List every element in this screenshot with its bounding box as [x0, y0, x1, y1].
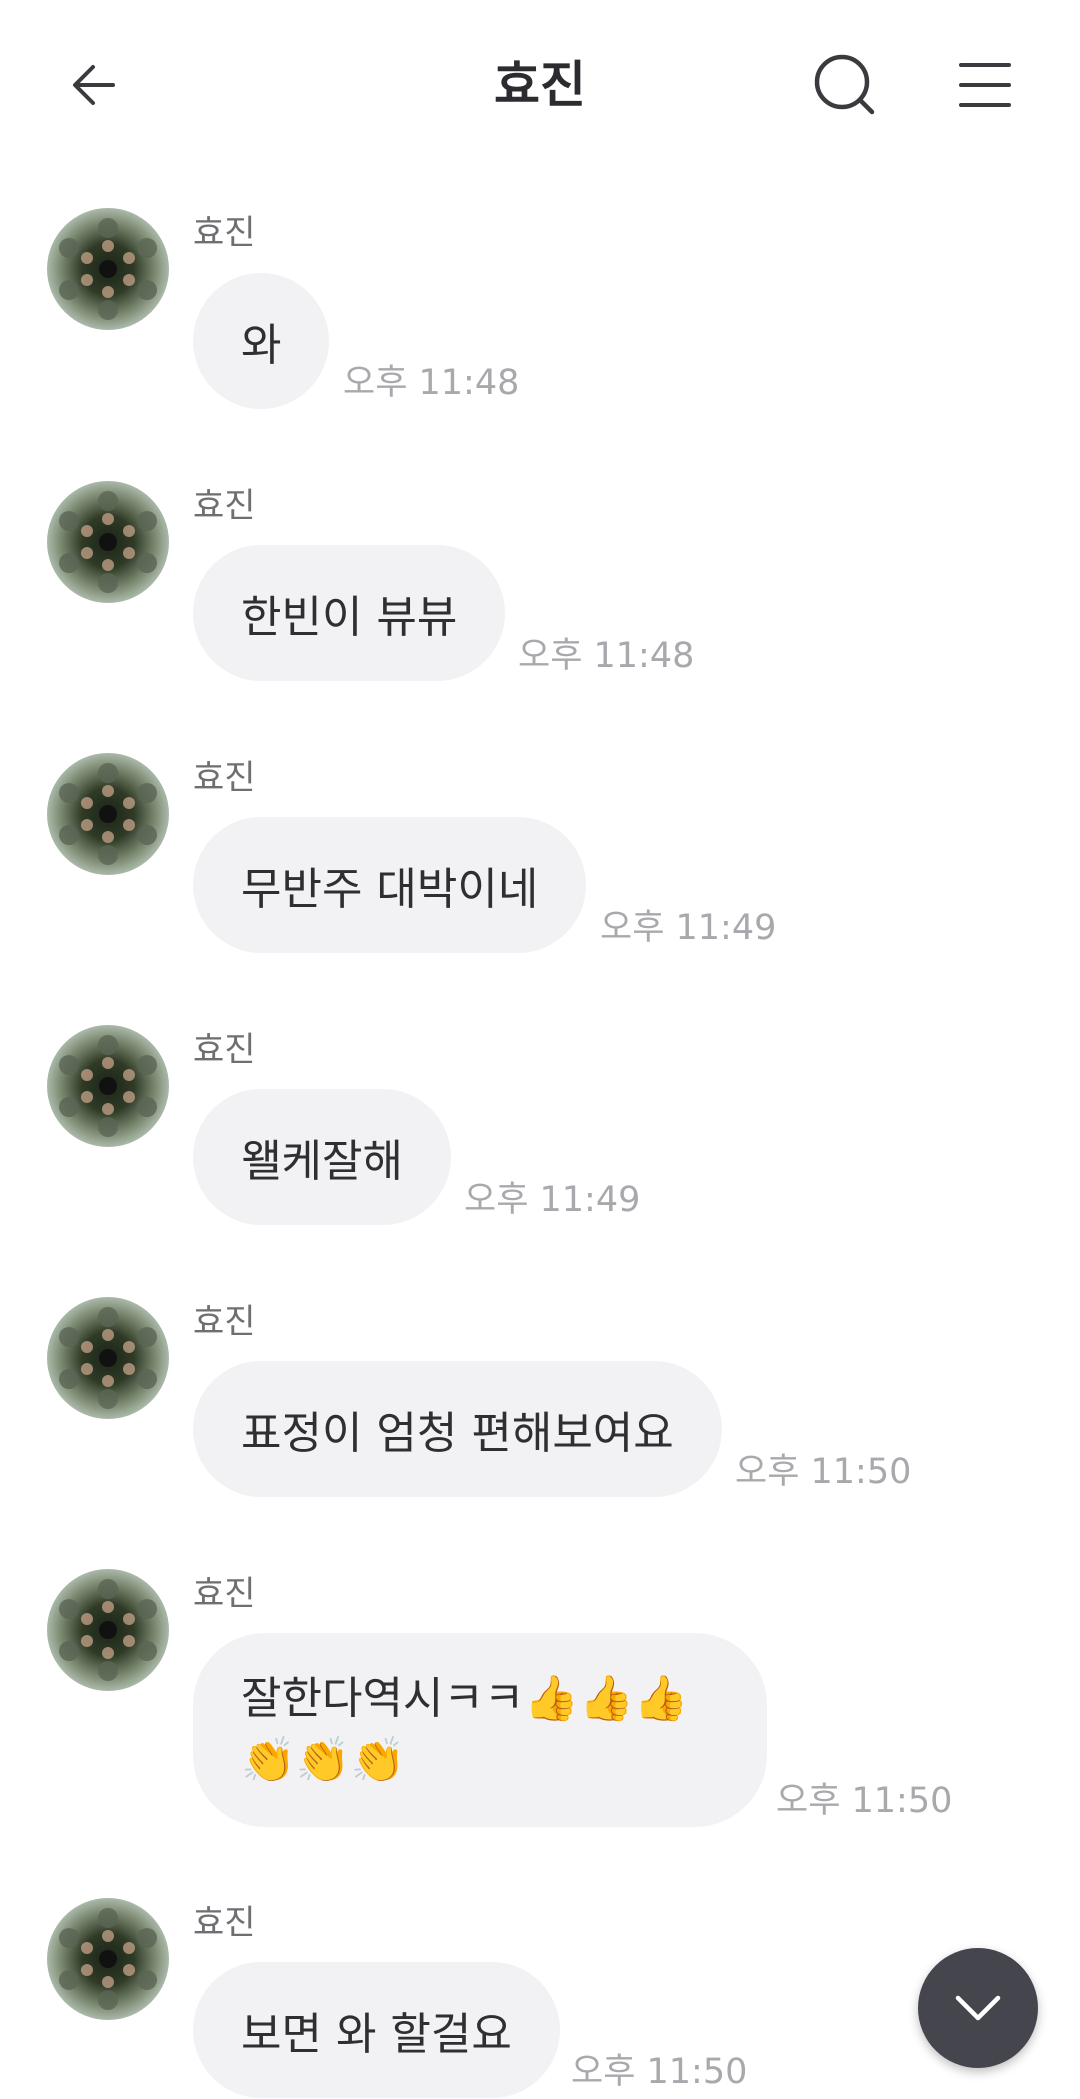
message-bubble[interactable]: 왤케잘해 [193, 1089, 451, 1225]
message-timestamp: 오후 11:50 [571, 2052, 748, 2092]
message-timestamp: 오후 11:48 [518, 636, 695, 676]
chat-header: 효진 [0, 0, 1080, 170]
sender-name: 효진 [193, 1903, 256, 1943]
sender-name: 효진 [193, 1302, 256, 1342]
message-timestamp: 오후 11:50 [776, 1781, 953, 1821]
menu-button[interactable] [940, 40, 1030, 130]
message-bubble[interactable]: 와 [193, 273, 330, 409]
avatar[interactable] [47, 1297, 169, 1419]
avatar[interactable] [47, 481, 169, 603]
message-timestamp: 오후 11:49 [600, 908, 777, 948]
back-button[interactable] [50, 40, 140, 130]
sender-name: 효진 [193, 1574, 256, 1614]
search-button[interactable] [800, 40, 890, 130]
avatar[interactable] [47, 1025, 169, 1147]
scroll-to-bottom-button[interactable] [918, 1948, 1038, 2068]
avatar[interactable] [47, 1898, 169, 2020]
chat-title: 효진 [494, 56, 586, 114]
message-timestamp: 오후 11:49 [464, 1180, 641, 1220]
message-bubble[interactable]: 표정이 엄청 편해보여요 [193, 1361, 722, 1497]
avatar[interactable] [47, 753, 169, 875]
sender-name: 효진 [193, 213, 256, 253]
avatar[interactable] [47, 208, 169, 330]
sender-name: 효진 [193, 758, 256, 798]
sender-name: 효진 [193, 1030, 256, 1070]
avatar[interactable] [47, 1569, 169, 1691]
message-bubble[interactable]: 보면 와 할걸요 [193, 1962, 560, 2098]
hamburger-menu-icon [959, 63, 1011, 107]
message-timestamp: 오후 11:48 [343, 363, 520, 403]
message-bubble[interactable]: 잘한다역시ㅋㅋ👍👍👍👏👏👏 [193, 1633, 767, 1827]
sender-name: 효진 [193, 486, 256, 526]
search-icon [814, 54, 875, 115]
arrow-left-icon [73, 65, 115, 105]
message-bubble[interactable]: 무반주 대박이네 [193, 817, 587, 953]
chevron-down-icon [955, 1995, 1001, 2021]
message-timestamp: 오후 11:50 [735, 1452, 912, 1492]
message-bubble[interactable]: 한빈이 뷰뷰 [193, 545, 506, 681]
